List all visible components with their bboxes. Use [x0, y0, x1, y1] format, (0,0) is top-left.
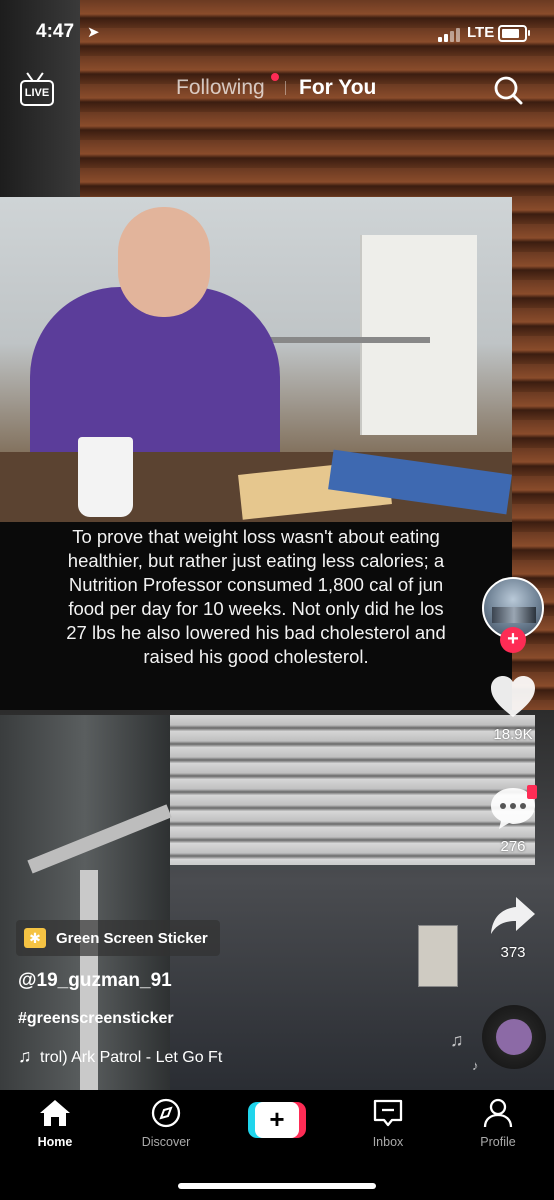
search-icon — [494, 76, 523, 105]
search-button[interactable] — [493, 75, 523, 105]
network-type: LTE — [467, 24, 495, 41]
comment-button[interactable]: 276 — [480, 785, 546, 855]
video-cup — [78, 437, 133, 517]
nav-inbox[interactable]: Inbox — [338, 1098, 438, 1149]
nav-discover-label: Discover — [141, 1135, 191, 1149]
like-count: 18.9K — [493, 726, 533, 743]
music-disc[interactable] — [482, 1005, 546, 1069]
nav-home-label: Home — [37, 1135, 73, 1149]
create-button[interactable]: + — [248, 1102, 306, 1138]
background-wall-outlet — [418, 925, 458, 987]
video-fridge — [360, 235, 477, 435]
video-frame-image — [0, 197, 512, 522]
compass-icon — [151, 1098, 181, 1128]
hashtag-link[interactable]: #greenscreensticker — [18, 1010, 174, 1028]
comment-count: 276 — [500, 838, 526, 855]
share-button[interactable]: 373 — [480, 893, 546, 961]
nav-home[interactable]: Home — [5, 1098, 105, 1149]
video-caption: To prove that weight loss wasn't about e… — [66, 526, 446, 667]
video-person-head — [118, 207, 210, 317]
nav-inbox-label: Inbox — [372, 1135, 404, 1149]
green-screen-video[interactable]: To prove that weight loss wasn't about e… — [0, 197, 512, 710]
plus-icon: + — [255, 1102, 299, 1138]
feed-tabs: Following For You — [0, 73, 554, 106]
music-title: trol) Ark Patrol - Let Go Ft — [40, 1049, 223, 1066]
comment-icon — [491, 785, 537, 829]
location-arrow-icon: ➤ — [87, 24, 100, 41]
share-count: 373 — [500, 944, 526, 961]
green-screen-sticker-tag[interactable]: ✱ Green Screen Sticker — [16, 920, 220, 956]
follow-button[interactable]: + — [500, 627, 526, 653]
tab-divider — [285, 81, 286, 95]
tab-for-you[interactable]: For You — [299, 76, 376, 100]
nav-profile[interactable]: Profile — [448, 1098, 548, 1149]
music-disc-cover — [496, 1019, 532, 1055]
music-note-icon: ♫ — [18, 1046, 32, 1066]
nav-discover[interactable]: Discover — [116, 1098, 216, 1149]
like-button[interactable]: 18.9K — [480, 675, 546, 743]
status-bar: 4:47 ➤ LTE — [0, 0, 554, 64]
signal-strength-icon — [438, 28, 464, 42]
username-link[interactable]: @19_guzman_91 — [18, 970, 172, 992]
home-indicator — [178, 1183, 376, 1189]
nav-profile-label: Profile — [480, 1135, 516, 1149]
share-arrow-icon — [491, 897, 535, 934]
sticker-label: Green Screen Sticker — [56, 929, 208, 947]
floating-note-icon: ♪ — [472, 1058, 479, 1073]
tab-following[interactable]: Following — [176, 76, 265, 100]
floating-note-icon: ♫ — [450, 1030, 464, 1050]
music-ticker[interactable]: ♫ trol) Ark Patrol - Let Go Ft — [18, 1046, 298, 1068]
inbox-icon — [373, 1099, 403, 1127]
following-notification-dot — [271, 73, 279, 81]
profile-icon — [483, 1098, 513, 1128]
status-time: 4:47 — [36, 21, 75, 42]
home-icon — [40, 1100, 70, 1126]
battery-icon — [498, 25, 530, 42]
sparkle-icon: ✱ — [24, 928, 46, 948]
video-shelf — [270, 337, 430, 343]
background-window-blinds — [155, 715, 535, 865]
heart-icon — [491, 676, 535, 717]
